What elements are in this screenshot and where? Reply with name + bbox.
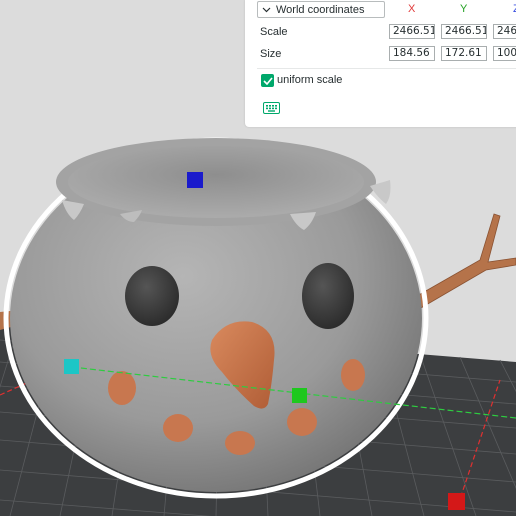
size-label: Size: [260, 48, 282, 60]
size-y-input[interactable]: 172.61: [441, 46, 487, 61]
uniform-scale-label: uniform scale: [277, 74, 343, 86]
scale-label: Scale: [260, 26, 288, 38]
coordinate-system-value: World coordinates: [276, 3, 365, 16]
snowman-pot[interactable]: [10, 138, 422, 492]
size-x-input[interactable]: 184.56: [389, 46, 435, 61]
scale-x-input[interactable]: 2466.51: [389, 24, 435, 39]
right-eye: [302, 263, 354, 329]
axis-label-x: X: [408, 3, 416, 15]
coordinate-system-dropdown[interactable]: World coordinates: [257, 1, 385, 18]
scale-z-input[interactable]: 2466.51: [493, 24, 516, 39]
chevron-down-icon: [258, 7, 274, 13]
axis-label-y: Y: [460, 3, 468, 15]
panel-divider: [257, 68, 516, 69]
uniform-scale-checkbox[interactable]: [261, 74, 274, 87]
object-manipulation-panel: World coordinates X Y Z Scale 2466.51 24…: [245, 0, 516, 127]
left-eye: [125, 266, 179, 326]
keyboard-icon[interactable]: [263, 102, 280, 117]
green-handle[interactable]: [292, 388, 307, 403]
scale-y-input[interactable]: 2466.51: [441, 24, 487, 39]
pot-opening: [68, 146, 364, 218]
cyan-handle[interactable]: [64, 359, 79, 374]
blue-handle[interactable]: [187, 172, 203, 188]
size-z-input[interactable]: 100: [493, 46, 516, 61]
red-handle[interactable]: [448, 493, 465, 510]
check-icon: [262, 76, 273, 85]
